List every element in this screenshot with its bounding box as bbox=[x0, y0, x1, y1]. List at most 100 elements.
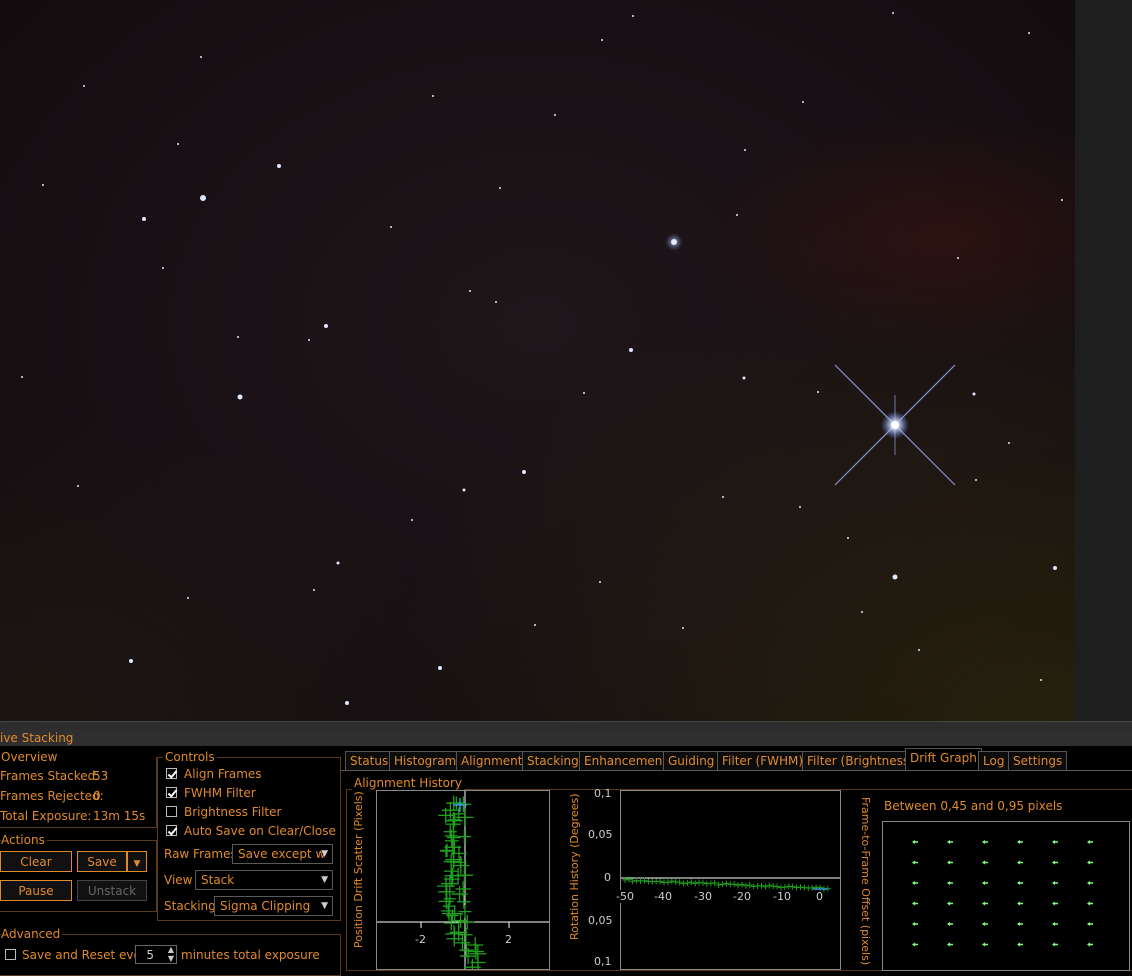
tab-log[interactable]: Log bbox=[978, 751, 1010, 770]
scatter-tick-neg2: -2 bbox=[415, 933, 426, 946]
auto-save-label[interactable]: Auto Save on Clear/Close bbox=[184, 824, 336, 838]
stepper-arrows-icon[interactable]: ▲ ▼ bbox=[168, 945, 174, 963]
frames-stacked-value: 53 bbox=[93, 769, 109, 783]
tab-content-border bbox=[341, 770, 1132, 771]
raw-frames-label: Raw Frames bbox=[164, 847, 237, 861]
offset-arrow-head bbox=[1087, 881, 1090, 885]
offset-arrow-head bbox=[982, 881, 985, 885]
auto-save-checkbox[interactable] bbox=[166, 825, 177, 836]
total-exposure-value: 13m 15s bbox=[93, 809, 146, 823]
panel-splitter[interactable] bbox=[0, 721, 1132, 730]
rotation-ytick-1: 0,1 bbox=[594, 787, 612, 800]
rotation-ytick-5: 0,1 bbox=[594, 955, 612, 968]
offset-arrow-head bbox=[1087, 840, 1090, 844]
view-label: View bbox=[164, 873, 193, 887]
save-reset-checkbox[interactable] bbox=[5, 949, 16, 960]
offset-arrow-head bbox=[947, 942, 950, 947]
chevron-down-icon: ▼ bbox=[321, 849, 328, 859]
scatter-svg bbox=[377, 791, 549, 976]
save-reset-minutes-value[interactable]: 5 bbox=[146, 948, 154, 962]
stacking-label: Stacking bbox=[164, 899, 216, 913]
tab-filter-brightness[interactable]: Filter (Brightness) bbox=[802, 751, 919, 770]
clear-button[interactable]: Clear bbox=[0, 851, 72, 872]
save-reset-minutes-stepper[interactable]: 5 ▲ ▼ bbox=[135, 945, 177, 964]
position-drift-scatter-plot bbox=[376, 790, 550, 976]
rotation-xtick-5: -10 bbox=[773, 890, 791, 903]
scatter-y-axis-label: Position Drift Scatter (Pixels) bbox=[352, 791, 365, 948]
tab-histogram[interactable]: Histogram bbox=[389, 751, 462, 770]
offset-arrow-head bbox=[1017, 942, 1020, 947]
advanced-title: Advanced bbox=[1, 927, 63, 941]
offset-arrow-head bbox=[982, 922, 985, 926]
rotation-ytick-3: 0 bbox=[604, 871, 611, 884]
tab-filter-fwhm[interactable]: Filter (FWHM) bbox=[717, 751, 809, 770]
rotation-y-axis-label: Rotation History (Degrees) bbox=[568, 793, 581, 940]
offset-arrow-head bbox=[947, 840, 950, 844]
chevron-down-icon: ▼ bbox=[321, 875, 328, 885]
rotation-ytick-4: 0,05 bbox=[588, 914, 613, 927]
tab-alignment[interactable]: Alignment bbox=[456, 751, 528, 770]
offset-arrow-head bbox=[1017, 922, 1020, 926]
rotation-history-plot bbox=[620, 790, 841, 970]
offset-arrow-head bbox=[912, 881, 915, 885]
stacking-value: Sigma Clipping bbox=[220, 899, 311, 913]
align-frames-label[interactable]: Align Frames bbox=[184, 767, 262, 781]
offset-arrow-head bbox=[982, 840, 985, 844]
raw-frames-value: Save except w bbox=[238, 847, 326, 861]
save-options-dropdown[interactable]: ▼ bbox=[127, 851, 147, 872]
offset-arrow-head bbox=[1052, 881, 1055, 885]
controls-title: Controls bbox=[163, 750, 217, 764]
scatter-tick-2: 2 bbox=[505, 933, 512, 946]
live-stacking-panel-title: ive Stacking bbox=[0, 730, 1132, 746]
offset-arrow-head bbox=[1017, 881, 1020, 885]
offset-arrow-head bbox=[1087, 942, 1090, 947]
tab-status[interactable]: Status bbox=[345, 751, 394, 770]
raw-frames-select[interactable]: Save except w ▼ bbox=[232, 844, 333, 864]
offset-caption: Between 0,45 and 0,95 pixels bbox=[884, 799, 1063, 813]
offset-arrow-head bbox=[947, 881, 950, 885]
offset-arrow-head bbox=[982, 901, 985, 906]
fwhm-filter-label[interactable]: FWHM Filter bbox=[184, 786, 256, 800]
offset-arrow-head bbox=[912, 942, 915, 947]
minutes-label: minutes total exposure bbox=[181, 948, 320, 962]
offset-arrow-grid bbox=[912, 840, 1093, 947]
alignment-history-title: Alignment History bbox=[352, 776, 464, 790]
actions-title: Actions bbox=[1, 833, 47, 847]
offset-y-axis-label: Frame-to-Frame Offset (pixels) bbox=[859, 797, 872, 966]
offset-arrow-head bbox=[1052, 860, 1055, 865]
tab-drift-graph[interactable]: Drift Graph bbox=[905, 748, 982, 771]
save-reset-label[interactable]: Save and Reset every bbox=[22, 948, 153, 962]
image-side-panel bbox=[1075, 0, 1132, 721]
total-exposure-label: Total Exposure: bbox=[0, 809, 92, 823]
overview-title: Overview bbox=[1, 750, 60, 764]
stacking-select[interactable]: Sigma Clipping ▼ bbox=[214, 896, 333, 916]
offset-arrow-head bbox=[947, 922, 950, 926]
pause-button[interactable]: Pause bbox=[0, 880, 72, 901]
offset-arrow-head bbox=[947, 901, 950, 906]
offset-arrow-head bbox=[982, 860, 985, 865]
unstack-button[interactable]: Unstack bbox=[77, 880, 147, 901]
view-select[interactable]: Stack ▼ bbox=[195, 870, 333, 890]
tab-settings[interactable]: Settings bbox=[1008, 751, 1068, 770]
tab-guiding[interactable]: Guiding bbox=[663, 751, 720, 770]
brightness-filter-label[interactable]: Brightness Filter bbox=[184, 805, 281, 819]
scatter-markers bbox=[436, 795, 487, 976]
offset-arrow-head bbox=[1017, 901, 1020, 906]
rotation-xtick-1: -50 bbox=[616, 890, 634, 903]
save-button[interactable]: Save bbox=[77, 851, 127, 872]
fwhm-filter-checkbox[interactable] bbox=[166, 787, 177, 798]
view-value: Stack bbox=[201, 873, 235, 887]
rotation-xtick-3: -30 bbox=[694, 890, 712, 903]
offset-arrow-head bbox=[1052, 901, 1055, 906]
tab-stacking[interactable]: Stacking bbox=[522, 751, 584, 770]
offset-arrow-head bbox=[947, 860, 950, 865]
frames-stacked-label: Frames Stacked: bbox=[0, 769, 100, 783]
tab-enhancement[interactable]: Enhancement bbox=[579, 751, 673, 770]
chevron-down-icon: ▼ bbox=[321, 901, 328, 911]
align-frames-checkbox[interactable] bbox=[166, 768, 177, 779]
offset-arrow-head bbox=[912, 922, 915, 926]
offset-arrow-head bbox=[982, 942, 985, 947]
stacked-image-view[interactable] bbox=[0, 0, 1075, 721]
rotation-xtick-2: -40 bbox=[654, 890, 672, 903]
brightness-filter-checkbox[interactable] bbox=[166, 806, 177, 817]
